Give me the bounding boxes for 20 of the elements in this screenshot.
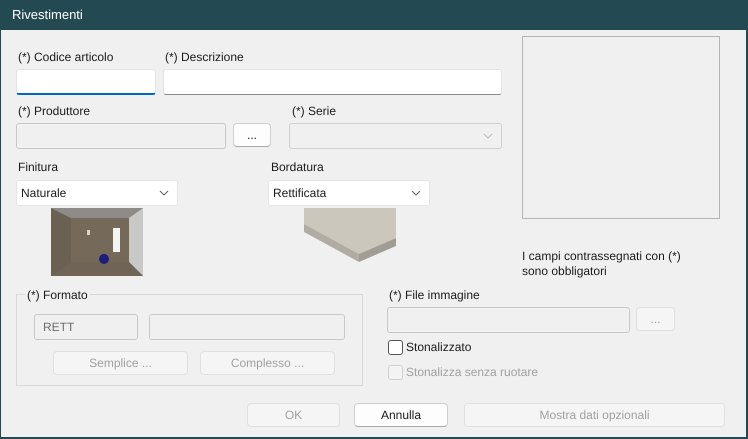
chevron-icon [159,190,169,196]
checkbox-label: Stonalizzato [406,339,472,356]
input-field[interactable] [163,69,502,95]
window-title: Rivestimenti [11,6,84,24]
field-label: (*) Serie [292,104,338,119]
field-label: Finitura [18,160,60,175]
field-label: (*) Codice articolo [18,50,114,65]
checkbox[interactable] [388,340,403,354]
checkbox-label: Stonalizza senza ruotare [406,364,538,381]
required-fields-note: I campi contrassegnati con (*) sono obbligatori [522,249,682,279]
field-label: (*) File immagine [389,288,481,303]
button[interactable]: Annulla [354,403,448,427]
input-field[interactable] [16,69,156,95]
dropdown[interactable]: Naturale [16,180,178,206]
field-label: (*) Produttore [18,104,92,119]
chevron-icon [483,133,493,139]
dropdown[interactable]: Rettificata [268,180,430,206]
field-label: Bordatura [271,160,325,175]
field-label: (*) Descrizione [165,50,245,65]
chevron-icon [411,190,421,196]
